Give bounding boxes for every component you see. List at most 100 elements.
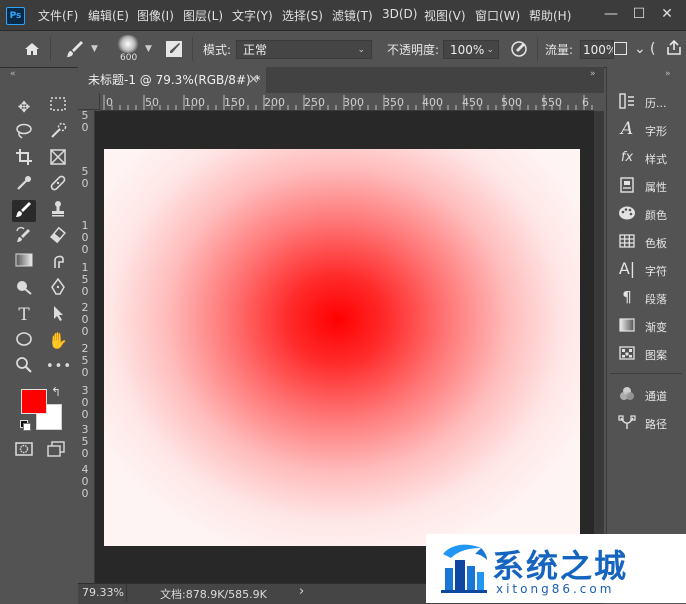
history-icon[interactable]: [618, 92, 636, 110]
ruler-label: 150: [224, 96, 245, 109]
ruler-corner: [78, 93, 100, 110]
panel-styles-label[interactable]: 样式: [645, 151, 667, 167]
close-button[interactable]: ✕: [658, 5, 676, 23]
flow-box-icon[interactable]: [614, 42, 627, 55]
dock-collapse-icon[interactable]: »: [665, 69, 671, 79]
dodge-tool-icon[interactable]: [12, 278, 36, 300]
panel-patterns-label[interactable]: 图案: [645, 347, 667, 363]
zoom-tool-icon[interactable]: [12, 356, 36, 378]
paragraph-icon[interactable]: ¶: [618, 288, 636, 306]
channels-icon[interactable]: [618, 385, 636, 403]
share-icon[interactable]: [664, 38, 684, 58]
smoothing-icon[interactable]: (: [650, 39, 664, 59]
panel-swatches-label[interactable]: 色板: [645, 235, 667, 251]
quick-select-tool-icon[interactable]: [46, 122, 70, 144]
watermark-subtitle: xitong86.com: [496, 582, 615, 596]
crop-tool-icon[interactable]: [12, 148, 36, 170]
glyphs-icon[interactable]: A: [618, 120, 636, 138]
menu-view[interactable]: 视图(V): [424, 7, 466, 24]
panel-channels-label[interactable]: 通道: [645, 388, 667, 404]
separator: [126, 584, 127, 602]
panel-collapse-icon[interactable]: »: [590, 69, 596, 79]
menu-help[interactable]: 帮助(H): [529, 7, 571, 24]
panel-history-label[interactable]: 历...: [645, 95, 667, 111]
menu-window[interactable]: 窗口(W): [475, 7, 520, 24]
more-tools-icon[interactable]: •••: [46, 356, 71, 378]
gradient-tool-icon[interactable]: [12, 252, 36, 274]
brush-tool-icon[interactable]: [12, 200, 36, 222]
color-icon[interactable]: [618, 204, 636, 222]
menu-3d[interactable]: 3D(D): [382, 7, 417, 21]
history-brush-tool-icon[interactable]: [12, 226, 36, 248]
home-icon[interactable]: [22, 40, 42, 58]
toolbar-collapse-icon[interactable]: «: [10, 69, 16, 79]
brush-preset-icon[interactable]: [64, 38, 86, 60]
minimize-button[interactable]: —: [602, 5, 620, 23]
patterns-icon[interactable]: [618, 344, 636, 362]
brush-settings-icon[interactable]: [163, 38, 185, 60]
horizontal-ruler[interactable]: 0 50 100 150 200 250 300 350 400 450 500…: [100, 93, 594, 111]
ruler-label: 0: [81, 285, 89, 298]
hand-tool-icon[interactable]: ✋: [46, 330, 70, 352]
panel-paths-label[interactable]: 路径: [645, 416, 667, 432]
flow-value: 100%: [583, 43, 614, 57]
panel-properties-label[interactable]: 属性: [645, 179, 667, 195]
document-canvas[interactable]: [104, 149, 580, 546]
tab-close-icon[interactable]: ×: [248, 72, 259, 87]
menu-type[interactable]: 文字(Y): [232, 7, 273, 24]
separator: [50, 37, 51, 61]
vertical-ruler[interactable]: 5 0 5 0 1 0 0 1 5 0 2 0 0 2 5 0 3 0 0 3 …: [78, 110, 95, 583]
chevron-down-icon[interactable]: ▼: [91, 44, 98, 54]
panel-character-label[interactable]: 字符: [645, 263, 667, 279]
gradient-icon[interactable]: [618, 316, 636, 334]
menu-file[interactable]: 文件(F): [38, 7, 78, 24]
eraser-tool-icon[interactable]: [46, 226, 70, 248]
smudge-tool-icon[interactable]: [46, 252, 70, 274]
opacity-input[interactable]: 100% ⌄: [443, 40, 499, 59]
menu-layer[interactable]: 图层(L): [183, 7, 223, 24]
panel-gradient-label[interactable]: 渐变: [645, 319, 667, 335]
paths-icon[interactable]: [618, 413, 636, 431]
move-tool-icon[interactable]: ✥: [12, 96, 36, 118]
properties-icon[interactable]: [618, 176, 636, 194]
panel-paragraph-label[interactable]: 段落: [645, 291, 667, 307]
swap-colors-icon[interactable]: ↰: [51, 385, 61, 399]
styles-icon[interactable]: fx: [618, 149, 636, 167]
swatches-icon[interactable]: [618, 232, 636, 250]
type-tool-icon[interactable]: T: [12, 304, 36, 326]
menu-image[interactable]: 图像(I): [137, 7, 174, 24]
path-select-tool-icon[interactable]: [46, 304, 70, 326]
pressure-opacity-icon[interactable]: [508, 38, 530, 60]
status-arrow-icon[interactable]: ›: [299, 584, 304, 599]
clone-stamp-tool-icon[interactable]: [46, 200, 70, 222]
healing-brush-tool-icon[interactable]: [46, 174, 70, 196]
document-info[interactable]: 文档:878.9K/585.9K: [160, 586, 267, 602]
brush-tip-icon[interactable]: [117, 35, 139, 53]
pen-tool-icon[interactable]: [46, 277, 70, 300]
eyedropper-tool-icon[interactable]: [12, 174, 36, 196]
menu-filter[interactable]: 滤镜(T): [332, 7, 373, 24]
ellipse-tool-icon[interactable]: [12, 330, 36, 352]
quick-mask-icon[interactable]: [14, 441, 34, 457]
frame-tool-icon[interactable]: [46, 148, 70, 170]
separator: [537, 37, 538, 61]
marquee-tool-icon[interactable]: [46, 96, 70, 118]
vertical-scrollbar[interactable]: [594, 111, 604, 583]
lasso-tool-icon[interactable]: [12, 122, 36, 144]
character-icon[interactable]: A|: [618, 260, 636, 278]
default-colors-icon[interactable]: [20, 420, 31, 431]
flow-input[interactable]: 100%: [580, 40, 614, 59]
zoom-level[interactable]: 79.33%: [82, 586, 124, 599]
panel-color-label[interactable]: 颜色: [645, 207, 667, 223]
mode-select[interactable]: 正常 ⌄: [236, 40, 372, 59]
ruler-label: 450: [462, 96, 483, 109]
ruler-label: 550: [541, 96, 562, 109]
chevron-down-icon[interactable]: ▼: [145, 44, 152, 54]
menu-edit[interactable]: 编辑(E): [88, 7, 129, 24]
panel-glyphs-label[interactable]: 字形: [645, 123, 667, 139]
maximize-button[interactable]: ☐: [630, 5, 648, 23]
document-tab[interactable]: 未标题-1 @ 79.3%(RGB/8#) *: [78, 67, 266, 93]
menu-select[interactable]: 选择(S): [282, 7, 323, 24]
foreground-color-swatch[interactable]: [21, 389, 47, 414]
screen-mode-icon[interactable]: [46, 440, 66, 458]
